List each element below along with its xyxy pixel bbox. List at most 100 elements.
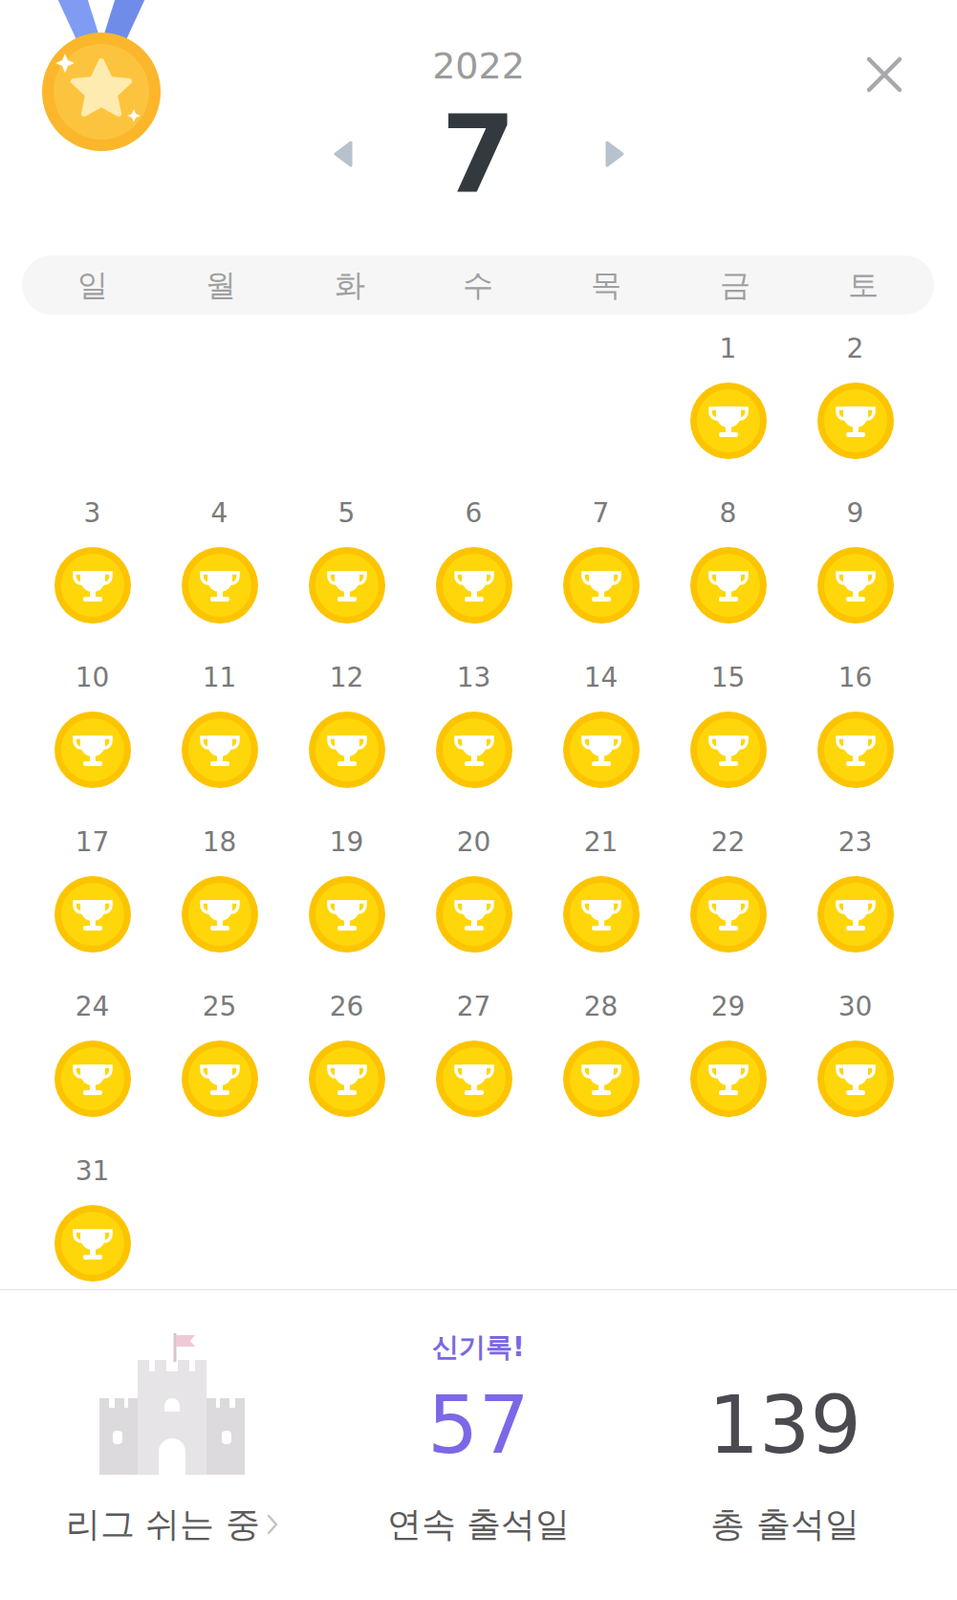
weekday-bar: 일월화수목금토 xyxy=(21,255,935,315)
day-cell[interactable]: 22 xyxy=(664,825,792,953)
trophy-icon xyxy=(181,1040,259,1117)
league-label[interactable]: 리그 쉬는 중 xyxy=(65,1502,280,1545)
day-cell[interactable]: 27 xyxy=(410,989,538,1117)
trophy-icon xyxy=(308,711,386,788)
day-cell[interactable]: 26 xyxy=(282,989,411,1117)
streak-value: 57 xyxy=(427,1380,530,1469)
trophy-icon xyxy=(563,1040,640,1117)
weekday-label: 월 xyxy=(156,265,285,305)
trophy-icon xyxy=(817,875,894,953)
trophy-icon xyxy=(54,1204,131,1282)
weekday-label: 일 xyxy=(28,265,157,305)
day-cell[interactable]: 23 xyxy=(791,825,919,953)
prev-month-icon[interactable] xyxy=(331,139,355,169)
day-cell[interactable]: 6 xyxy=(410,496,538,624)
day-cell[interactable]: 24 xyxy=(28,989,156,1117)
day-number: 10 xyxy=(75,660,110,696)
total-stat: 139총 출석일 xyxy=(631,1289,938,1600)
day-cell[interactable]: 28 xyxy=(537,989,665,1117)
day-cell[interactable]: 29 xyxy=(664,989,792,1117)
day-number: 22 xyxy=(711,825,746,860)
day-cell[interactable]: 16 xyxy=(791,660,919,788)
day-cell[interactable]: 7 xyxy=(537,496,665,624)
day-cell[interactable]: 17 xyxy=(28,825,156,953)
trophy-icon xyxy=(690,546,767,624)
day-number: 8 xyxy=(719,496,738,531)
trophy-icon xyxy=(181,875,259,953)
day-cell[interactable]: 19 xyxy=(282,825,411,953)
day-number: 24 xyxy=(75,989,110,1024)
streak-top: 신기록!57 xyxy=(427,1327,530,1496)
trophy-icon xyxy=(54,711,131,788)
trophy-icon xyxy=(181,711,259,788)
day-number: 2 xyxy=(847,331,865,367)
year-label: 2022 xyxy=(432,43,525,89)
day-cell[interactable]: 25 xyxy=(155,989,283,1117)
day-number: 3 xyxy=(84,496,102,531)
calendar-grid: 1234567891011121314151617181920212223242… xyxy=(28,331,919,1282)
next-month-icon[interactable] xyxy=(603,139,627,169)
day-number: 27 xyxy=(456,989,492,1024)
divider xyxy=(0,1288,957,1290)
trophy-icon xyxy=(435,711,513,788)
day-cell[interactable]: 20 xyxy=(410,825,538,953)
day-number: 31 xyxy=(75,1153,110,1189)
weekday-label: 수 xyxy=(413,265,543,305)
empty-cell xyxy=(537,331,665,459)
league-stat[interactable]: 리그 쉬는 중 xyxy=(19,1289,326,1600)
day-number: 11 xyxy=(202,660,238,696)
league-top xyxy=(95,1327,249,1496)
castle-icon xyxy=(95,1330,249,1475)
day-number: 29 xyxy=(711,989,746,1024)
day-number: 30 xyxy=(838,989,873,1024)
day-number: 13 xyxy=(456,660,492,696)
trophy-icon xyxy=(181,546,259,624)
empty-cell xyxy=(282,331,411,459)
trophy-icon xyxy=(54,875,131,953)
day-cell[interactable]: 31 xyxy=(28,1153,156,1282)
day-number: 16 xyxy=(838,660,873,696)
empty-cell xyxy=(28,331,156,459)
day-cell[interactable]: 15 xyxy=(664,660,792,788)
day-cell[interactable]: 8 xyxy=(664,496,792,624)
day-cell[interactable]: 12 xyxy=(282,660,411,788)
day-number: 5 xyxy=(338,496,356,531)
day-cell[interactable]: 14 xyxy=(537,660,665,788)
stats-bar: 리그 쉬는 중 신기록!57연속 출석일139총 출석일 xyxy=(0,1289,957,1600)
trophy-icon xyxy=(308,1040,386,1117)
day-number: 1 xyxy=(719,331,738,367)
trophy-icon xyxy=(435,875,513,953)
weekday-label: 목 xyxy=(542,265,671,305)
day-cell[interactable]: 30 xyxy=(791,989,919,1117)
day-cell[interactable]: 18 xyxy=(155,825,283,953)
day-cell[interactable]: 2 xyxy=(791,331,919,459)
day-cell[interactable]: 21 xyxy=(537,825,665,953)
day-cell[interactable]: 4 xyxy=(155,496,283,624)
streak-stat: 신기록!57연속 출석일 xyxy=(325,1289,631,1600)
close-icon[interactable] xyxy=(865,55,904,94)
day-number: 7 xyxy=(592,496,610,531)
month-label: 7 xyxy=(373,94,585,214)
day-cell[interactable]: 9 xyxy=(791,496,919,624)
day-number: 9 xyxy=(847,496,865,531)
league-text: 리그 쉬는 중 xyxy=(65,1502,261,1545)
day-cell[interactable]: 10 xyxy=(28,660,156,788)
total-label: 총 출석일 xyxy=(710,1502,859,1545)
trophy-icon xyxy=(690,1040,767,1117)
day-cell[interactable]: 13 xyxy=(410,660,538,788)
weekday-label: 화 xyxy=(285,265,414,305)
day-cell[interactable]: 11 xyxy=(155,660,283,788)
trophy-icon xyxy=(690,382,767,459)
day-cell[interactable]: 3 xyxy=(28,496,156,624)
trophy-icon xyxy=(817,711,894,788)
day-cell[interactable]: 5 xyxy=(282,496,411,624)
day-number: 12 xyxy=(329,660,365,696)
month-nav: 7 xyxy=(331,94,627,214)
day-number: 28 xyxy=(584,989,619,1024)
day-number: 17 xyxy=(75,825,110,860)
day-number: 14 xyxy=(584,660,619,696)
medal-icon[interactable] xyxy=(38,0,165,155)
trophy-icon xyxy=(54,546,131,624)
day-cell[interactable]: 1 xyxy=(664,331,792,459)
trophy-icon xyxy=(690,711,767,788)
